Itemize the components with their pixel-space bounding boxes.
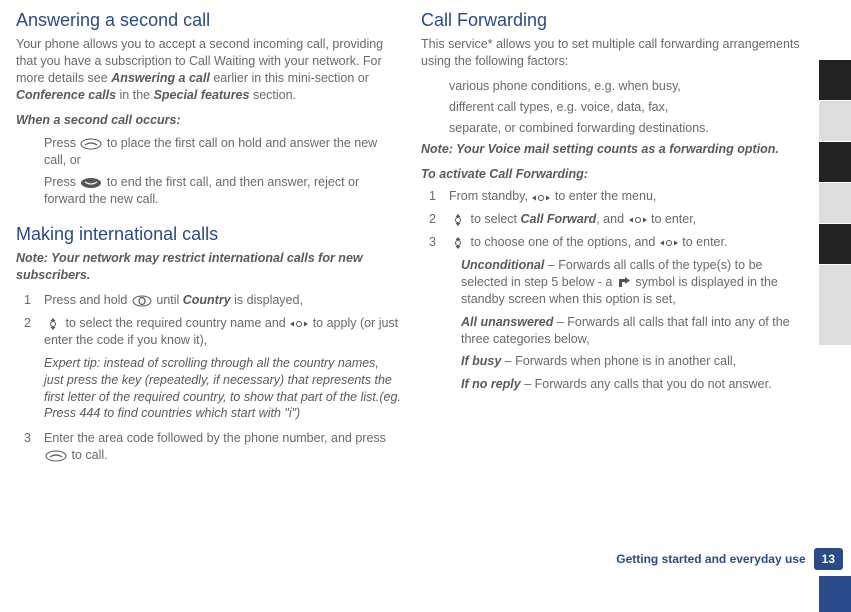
- nav-vertical-icon: [44, 317, 62, 330]
- call-forward-label: Call Forward: [521, 212, 597, 226]
- call-key-icon: [79, 137, 103, 150]
- heading-answering-second-call: Answering a second call: [16, 8, 401, 32]
- fwd-intro: This service* allows you to set multiple…: [421, 36, 801, 70]
- second-call-option-end: Press to end the first call, and then an…: [44, 174, 401, 208]
- intl-step-1: 1 Press and hold until Country is displa…: [16, 292, 401, 309]
- fwd-factor-3: separate, or combined forwarding destina…: [421, 120, 801, 137]
- end-key-icon: [79, 177, 103, 190]
- fwd-opt-if-no-reply: If no reply – Forwards any calls that yo…: [461, 376, 801, 393]
- fwd-factor-2: different call types, e.g. voice, data, …: [421, 99, 801, 116]
- second-call-option-hold: Press to place the first call on hold an…: [44, 135, 401, 169]
- fwd-opt-unconditional: Unconditional – Forwards all calls of th…: [461, 257, 801, 308]
- nav-horizontal-icon: [659, 237, 679, 250]
- heading-call-forwarding: Call Forwarding: [421, 8, 801, 32]
- link-conference-calls: Conference calls: [16, 88, 116, 102]
- intl-step-2: 2 to select the required country name an…: [16, 315, 401, 349]
- intl-step-3: 3 Enter the area code followed by the ph…: [16, 430, 401, 464]
- page-footer: Getting started and everyday use 13: [616, 548, 843, 570]
- nav-vertical-icon: [449, 214, 467, 227]
- thumb-3: [819, 142, 851, 182]
- page-number: 13: [814, 548, 843, 570]
- subhead-activate-fwd: To activate Call Forwarding:: [421, 166, 801, 183]
- answering-intro: Your phone allows you to accept a second…: [16, 36, 401, 104]
- expert-tip: Expert tip: instead of scrolling through…: [16, 355, 401, 423]
- fwd-step-1: 1 From standby, to enter the menu,: [421, 188, 801, 205]
- thumb-5: [819, 224, 851, 264]
- heading-international-calls: Making international calls: [16, 222, 401, 246]
- thumb-2: [819, 101, 851, 141]
- call-key-icon: [44, 450, 68, 463]
- nav-horizontal-icon: [289, 318, 309, 331]
- left-column: Answering a second call Your phone allow…: [6, 8, 411, 612]
- fwd-opt-if-busy: If busy – Forwards when phone is in anot…: [461, 353, 801, 370]
- note-voicemail-fwd: Note: Your Voice mail setting counts as …: [421, 141, 801, 158]
- nav-horizontal-icon: [628, 214, 648, 227]
- thumb-1: [819, 60, 851, 100]
- note-international: Note: Your network may restrict internat…: [16, 250, 401, 284]
- link-special-features: Special features: [154, 88, 250, 102]
- thumb-4: [819, 183, 851, 223]
- footer-accent-block: [819, 576, 851, 612]
- nav-horizontal-icon: [531, 191, 551, 204]
- forward-indicator-icon: [616, 276, 632, 289]
- fwd-step-3: 3 to choose one of the options, and to e…: [421, 234, 801, 251]
- country-label: Country: [183, 293, 231, 307]
- footer-section-label: Getting started and everyday use: [616, 551, 805, 567]
- nav-vertical-icon: [449, 237, 467, 250]
- zero-key-icon: [131, 295, 153, 308]
- thumb-6: [819, 265, 851, 345]
- fwd-opt-all-unanswered: All unanswered – Forwards all calls that…: [461, 314, 801, 348]
- subhead-when-second-call: When a second call occurs:: [16, 112, 401, 129]
- fwd-step-2: 2 to select Call Forward, and to enter,: [421, 211, 801, 228]
- side-thumbnail-strip: [819, 0, 851, 612]
- right-column: Call Forwarding This service* allows you…: [411, 8, 811, 612]
- fwd-factor-1: various phone conditions, e.g. when busy…: [421, 78, 801, 95]
- link-answering-a-call: Answering a call: [111, 71, 210, 85]
